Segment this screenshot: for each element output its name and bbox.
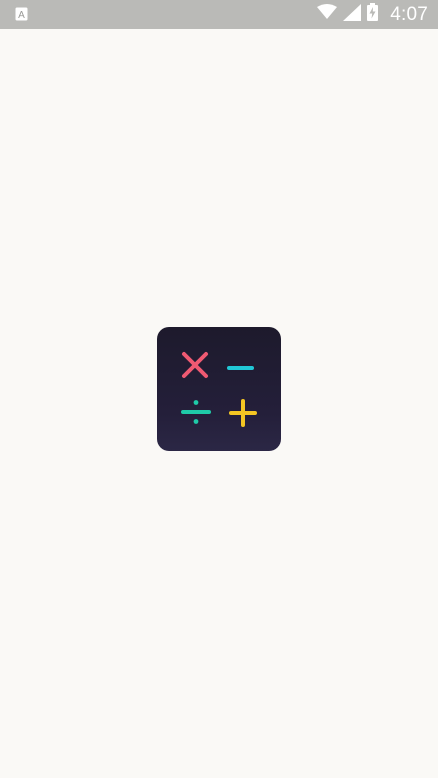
svg-text:A: A (18, 10, 25, 21)
calculator-symbols (181, 352, 257, 427)
wifi-icon (317, 4, 338, 25)
divide-icon (181, 400, 211, 424)
status-time: 4:07 (390, 4, 428, 25)
multiply-icon (182, 352, 208, 378)
app-logo (157, 327, 281, 451)
cellular-signal-icon (343, 3, 362, 26)
splash-screen (0, 29, 438, 778)
status-bar: A 4:07 (0, 0, 438, 29)
plus-icon (229, 399, 257, 427)
status-indicators: 4:07 (317, 0, 428, 29)
battery-charging-icon (367, 3, 379, 26)
notification-a-icon: A (15, 7, 28, 21)
